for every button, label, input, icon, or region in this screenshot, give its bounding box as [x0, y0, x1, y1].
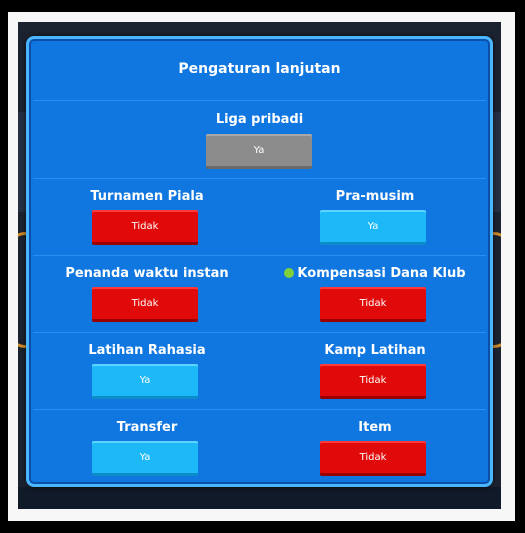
penanda-waktu-value: Tidak [131, 297, 159, 309]
kompensasi-label-text: Kompensasi Dana Klub [297, 266, 466, 281]
liga-pribadi-toggle[interactable]: Ya [206, 134, 312, 169]
divider [33, 409, 486, 410]
kamp-latihan-toggle[interactable]: Tidak [320, 364, 426, 399]
divider [33, 255, 486, 256]
pra-musim-value: Ya [367, 220, 379, 232]
divider [33, 178, 486, 179]
kompensasi-toggle[interactable]: Tidak [320, 287, 426, 322]
kamp-latihan-label: Kamp Latihan [324, 343, 426, 358]
turnamen-piala-value: Tidak [131, 220, 159, 232]
latihan-rahasia-label: Latihan Rahasia [88, 343, 206, 358]
turnamen-piala-toggle[interactable]: Tidak [92, 210, 198, 245]
panel-title: Pengaturan lanjutan [178, 61, 341, 77]
penanda-waktu-label: Penanda waktu instan [65, 266, 229, 281]
kompensasi-value: Tidak [359, 297, 387, 309]
background-footer [18, 487, 501, 509]
transfer-value: Ya [139, 451, 151, 463]
transfer-toggle[interactable]: Ya [92, 441, 198, 476]
item-toggle[interactable]: Tidak [320, 441, 426, 476]
item-label: Item [358, 420, 392, 435]
divider [33, 100, 486, 101]
item-value: Tidak [359, 451, 387, 463]
liga-pribadi-label: Liga pribadi [215, 112, 304, 127]
kompensasi-label: Kompensasi Dana Klub [275, 266, 475, 281]
penanda-waktu-toggle[interactable]: Tidak [92, 287, 198, 322]
divider [33, 332, 486, 333]
turnamen-piala-label: Turnamen Piala [90, 189, 204, 204]
coin-icon [284, 268, 295, 278]
latihan-rahasia-toggle[interactable]: Ya [92, 364, 198, 399]
pra-musim-label: Pra-musim [335, 189, 415, 204]
liga-pribadi-value: Ya [253, 144, 265, 156]
transfer-label: Transfer [116, 420, 178, 435]
latihan-rahasia-value: Ya [139, 374, 151, 386]
advanced-settings-panel: Pengaturan lanjutan Liga pribadi Ya Turn… [26, 36, 493, 487]
kamp-latihan-value: Tidak [359, 374, 387, 386]
pra-musim-toggle[interactable]: Ya [320, 210, 426, 245]
